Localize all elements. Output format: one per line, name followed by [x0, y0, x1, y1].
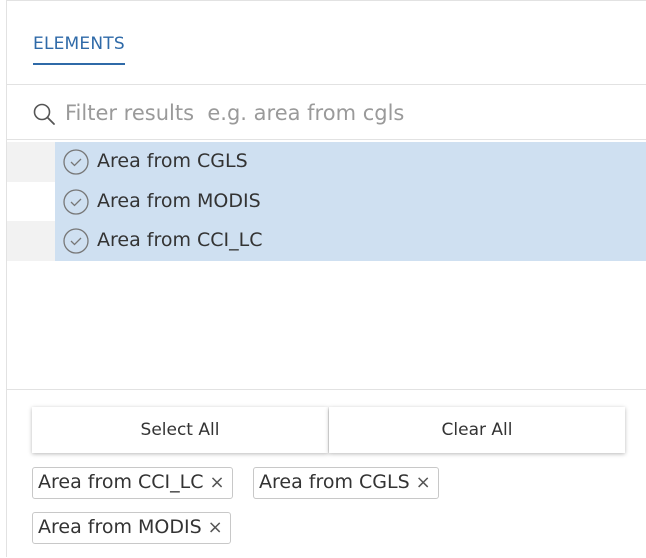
tab-bar: ELEMENTS: [7, 1, 646, 85]
chip-label: Area from CGLS: [259, 471, 410, 493]
list-item-area-from-cci-lc[interactable]: Area from CCI_LC: [55, 221, 646, 261]
search-icon: [32, 102, 56, 126]
list-item-label: Area from MODIS: [97, 189, 261, 212]
list-item: Area from MODIS: [7, 181, 646, 221]
remove-chip-icon[interactable]: ×: [208, 517, 223, 538]
remove-chip-icon[interactable]: ×: [210, 472, 225, 493]
clear-all-button[interactable]: Clear All: [329, 407, 625, 453]
select-all-button[interactable]: Select All: [32, 407, 328, 453]
check-circle-icon: [63, 149, 89, 175]
chip-area-from-cci-lc: Area from CCI_LC ×: [32, 467, 233, 499]
filter-input[interactable]: [65, 98, 625, 128]
tab-elements[interactable]: ELEMENTS: [33, 34, 125, 65]
chip-label: Area from CCI_LC: [38, 471, 204, 493]
check-circle-icon: [63, 228, 89, 254]
list-item-label: Area from CGLS: [97, 150, 248, 172]
row-gutter: [7, 221, 55, 261]
selection-footer: Select All Clear All Area from CCI_LC × A…: [7, 389, 646, 558]
search-bar: [7, 86, 646, 140]
chip-label: Area from MODIS: [38, 516, 202, 538]
list-item-label: Area from CCI_LC: [97, 229, 263, 251]
row-gutter: [7, 142, 55, 182]
row-gutter: [7, 181, 55, 221]
elements-panel: ELEMENTS Area from CGLS: [6, 0, 646, 557]
list-item-area-from-cgls[interactable]: Area from CGLS: [55, 142, 646, 182]
list-item: Area from CGLS: [7, 142, 646, 182]
chip-area-from-cgls: Area from CGLS ×: [253, 467, 439, 499]
check-circle-icon: [63, 188, 89, 215]
results-list: Area from CGLS Area from MODIS Area from…: [7, 142, 646, 389]
list-item: Area from CCI_LC: [7, 221, 646, 261]
remove-chip-icon[interactable]: ×: [416, 472, 431, 493]
list-item-area-from-modis[interactable]: Area from MODIS: [55, 181, 646, 221]
chip-area-from-modis: Area from MODIS ×: [32, 512, 231, 544]
